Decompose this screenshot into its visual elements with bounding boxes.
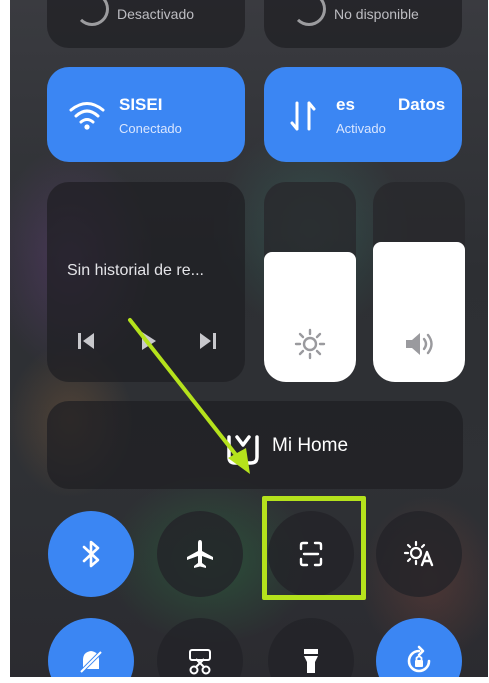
control-center: Desactivado No disponible SISEI Conectad… [10,0,488,677]
mobile-data-tile[interactable]: es Datos Activado [264,67,462,162]
media-player-tile[interactable]: Sin historial de re... [47,182,245,382]
mi-home-label: Mi Home [272,435,349,456]
mobile-data-title-b: Datos [398,95,446,114]
auto-brightness-icon [403,540,434,567]
silent-bell-icon [78,649,104,675]
toggle-icon [75,0,109,26]
rotation-lock-icon [407,645,431,673]
wifi-network-name: SISEI [119,95,163,114]
top-right-toggle-tile[interactable]: No disponible [264,0,462,48]
data-arrows-icon [290,101,316,131]
volume-slider[interactable] [373,182,465,382]
airplane-icon [187,540,213,568]
wifi-status: Conectado [119,121,182,136]
bluetooth-icon [82,540,100,568]
mobile-data-status: Activado [336,121,386,136]
mi-home-tile[interactable]: Mi Home [47,401,463,489]
brightness-level [264,252,356,382]
toggle-icon [292,0,326,26]
mi-home-icon [227,435,259,465]
rotation-lock-toggle[interactable] [376,618,462,677]
silent-mode-toggle[interactable] [48,618,134,677]
top-right-status: No disponible [334,6,419,22]
screenshot-toggle[interactable] [157,618,243,677]
speaker-icon [406,333,433,355]
mobile-data-title-a: es [336,95,355,114]
flashlight-icon [304,649,318,673]
airplane-mode-toggle[interactable] [157,511,243,597]
volume-level [373,242,465,382]
highlight-box [262,496,366,600]
sun-icon [294,328,326,360]
flashlight-toggle[interactable] [268,618,354,677]
previous-track-icon[interactable] [75,330,97,352]
play-icon[interactable] [137,330,159,352]
wifi-icon [69,102,105,130]
next-track-icon[interactable] [197,330,219,352]
wifi-tile[interactable]: SISEI Conectado [47,67,245,162]
screenshot-scissors-icon [189,649,211,675]
brightness-slider[interactable] [264,182,356,382]
top-left-toggle-tile[interactable]: Desactivado [47,0,245,48]
media-title: Sin historial de re... [67,262,204,279]
bluetooth-toggle[interactable] [48,511,134,597]
auto-brightness-toggle[interactable] [376,511,462,597]
top-left-status: Desactivado [117,6,195,22]
